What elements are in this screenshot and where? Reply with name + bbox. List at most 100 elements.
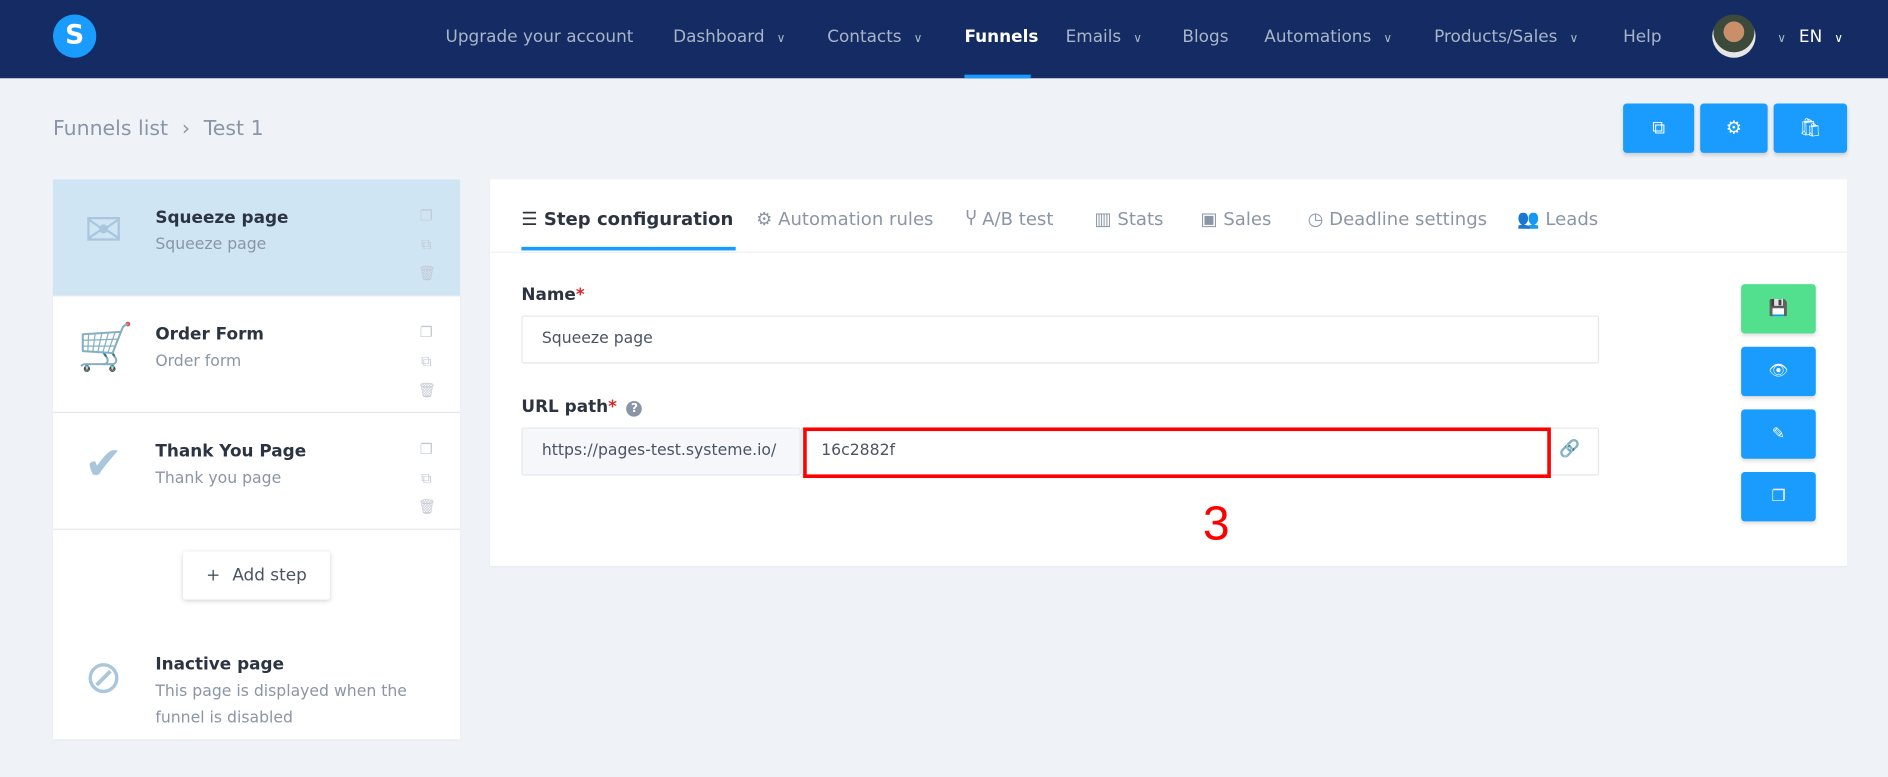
nav-emails[interactable]: Emails ∨ <box>1066 28 1142 47</box>
trash-icon[interactable]: 🗑 <box>418 492 436 521</box>
duplicate-icon[interactable]: ⧉ <box>418 347 435 376</box>
nav-contacts[interactable]: Contacts ∨ <box>827 28 922 47</box>
breadcrumb-current: Test 1 <box>203 116 264 141</box>
user-menu-chevron-icon[interactable]: ∨ <box>1765 28 1786 47</box>
step-title: Thank You Page <box>155 441 307 462</box>
copy-icon[interactable]: ❐ <box>418 201 435 230</box>
link-icon[interactable]: 🔗 <box>1559 439 1580 458</box>
trash-icon[interactable]: 🗑 <box>418 259 436 288</box>
user-avatar[interactable] <box>1712 14 1756 58</box>
required-mark: * <box>575 285 585 305</box>
nav-label: Funnels <box>964 27 1039 47</box>
tab-label: Deadline settings <box>1329 208 1488 230</box>
copy-page-button[interactable]: ❐ <box>1741 472 1816 522</box>
step-subtitle: Order form <box>155 352 242 371</box>
tab-label: Sales <box>1223 208 1272 230</box>
eye-icon: 👁 <box>1768 362 1789 381</box>
step-squeeze-page[interactable]: ✉ Squeeze page Squeeze page ❐ ⧉ 🗑 <box>52 179 460 297</box>
list-icon: ☰ <box>521 208 544 230</box>
add-step-button[interactable]: + Add step <box>183 551 330 600</box>
url-prefix: https://pages-test.systeme.io/ <box>521 427 801 476</box>
ban-icon: ⊘ <box>84 650 123 704</box>
step-thank-you-page[interactable]: ✔ Thank You Page Thank you page ❐ ⧉ 🗑 <box>52 413 460 530</box>
annotation-highlight-box <box>803 427 1551 479</box>
inactive-desc-1: This page is displayed when the <box>155 682 407 701</box>
external-link-icon: ⧉ <box>1652 116 1666 139</box>
tab-step-configuration[interactable]: ☰ Step configuration <box>521 208 733 230</box>
tab-ab-test[interactable]: Ⴤ A/B test <box>966 208 1054 230</box>
tab-label: Stats <box>1117 208 1164 230</box>
breadcrumb-funnels-list[interactable]: Funnels list <box>53 117 168 141</box>
nav-label: Upgrade your account <box>445 27 634 47</box>
chevron-down-icon: ∨ <box>1834 32 1844 46</box>
add-step-label: Add step <box>232 565 307 586</box>
save-icon: 💾 <box>1768 299 1789 318</box>
chevron-down-icon: ∨ <box>1133 32 1143 46</box>
tab-label: Step configuration <box>543 208 734 230</box>
step-order-form[interactable]: 🛒 Order Form Order form ❐ ⧉ 🗑 <box>52 296 460 414</box>
inactive-page[interactable]: ⊘ Inactive page This page is displayed w… <box>53 626 460 743</box>
chevron-down-icon: ∨ <box>1383 32 1393 46</box>
label-text: Name <box>521 285 576 305</box>
nav-blogs[interactable]: Blogs <box>1182 28 1228 47</box>
steps-sidebar: ✉ Squeeze page Squeeze page ❐ ⧉ 🗑 🛒 Order … <box>52 179 460 740</box>
nav-label: Automations <box>1264 27 1372 47</box>
tab-label: A/B test <box>982 208 1054 230</box>
nav-label: Emails <box>1065 27 1122 47</box>
shopping-bag-icon: 🛍 <box>1798 116 1822 139</box>
chevron-down-icon: ∨ <box>1569 32 1579 46</box>
nav-automations[interactable]: Automations ∨ <box>1264 28 1392 47</box>
nav-products-sales[interactable]: Products/Sales ∨ <box>1434 28 1578 47</box>
open-external-button[interactable]: ⧉ <box>1623 103 1695 153</box>
step-title: Order Form <box>155 325 264 345</box>
edit-page-button[interactable]: ✎ <box>1741 409 1816 459</box>
copy-icon[interactable]: ❐ <box>418 435 435 464</box>
tab-deadline-settings[interactable]: ◷ Deadline settings <box>1308 208 1487 230</box>
top-nav: S Upgrade your account Dashboard ∨ Contac… <box>0 0 1888 79</box>
language-label: EN <box>1798 27 1823 47</box>
tab-label: Automation rules <box>778 208 934 230</box>
logo[interactable]: S <box>52 14 97 58</box>
nav-funnels[interactable]: Funnels <box>964 28 1038 47</box>
funnel-share-button[interactable]: 🛍 <box>1773 103 1848 153</box>
envelope-icon: ✉ <box>84 203 123 257</box>
nav-label: Products/Sales <box>1434 27 1558 47</box>
inactive-desc-2: funnel is disabled <box>155 709 293 728</box>
step-config-panel: ☰ Step configuration ⚙ Automation rules … <box>490 179 1848 566</box>
users-icon: 👥 <box>1517 208 1546 230</box>
url-path-label: URL path*? <box>521 397 643 417</box>
language-select[interactable]: EN ∨ <box>1799 28 1843 47</box>
step-subtitle: Thank you page <box>155 469 282 488</box>
name-label: Name* <box>521 285 584 304</box>
magic-wand-icon: ✎ <box>1771 425 1786 444</box>
duplicate-icon[interactable]: ⧉ <box>418 230 435 259</box>
tab-leads[interactable]: 👥 Leads <box>1517 208 1598 230</box>
nav-upgrade[interactable]: Upgrade your account <box>446 28 634 47</box>
trash-icon[interactable]: 🗑 <box>418 376 436 405</box>
nav-help[interactable]: Help <box>1623 28 1661 47</box>
chevron-down-icon: ∨ <box>913 32 923 46</box>
save-button[interactable]: 💾 <box>1741 284 1816 334</box>
step-title: Squeeze page <box>155 208 289 228</box>
chevron-down-icon: ∨ <box>776 32 786 46</box>
preview-button[interactable]: 👁 <box>1741 346 1816 397</box>
tab-automation-rules[interactable]: ⚙ Automation rules <box>756 208 933 230</box>
required-mark: * <box>608 397 617 417</box>
copy-icon[interactable]: ❐ <box>418 318 435 347</box>
help-icon[interactable]: ? <box>626 400 643 417</box>
gear-icon: ⚙ <box>1725 116 1742 139</box>
active-nav-indicator <box>964 74 1031 79</box>
nav-dashboard[interactable]: Dashboard ∨ <box>673 28 785 47</box>
nav-label: Contacts <box>827 27 902 47</box>
tab-sales[interactable]: ▣ Sales <box>1200 208 1271 230</box>
duplicate-icon[interactable]: ⧉ <box>418 464 435 493</box>
nav-label: Blogs <box>1182 27 1229 47</box>
tab-stats[interactable]: ▥ Stats <box>1095 208 1164 230</box>
bar-chart-icon: ▥ <box>1094 208 1118 230</box>
breadcrumb: Funnels list › Test 1 <box>53 117 264 141</box>
clock-icon: ◷ <box>1307 208 1330 230</box>
cart-icon: 🛒 <box>77 320 135 374</box>
name-input[interactable]: Squeeze page <box>521 315 1600 364</box>
settings-button[interactable]: ⚙ <box>1700 103 1768 153</box>
breadcrumb-separator: › <box>181 116 191 141</box>
